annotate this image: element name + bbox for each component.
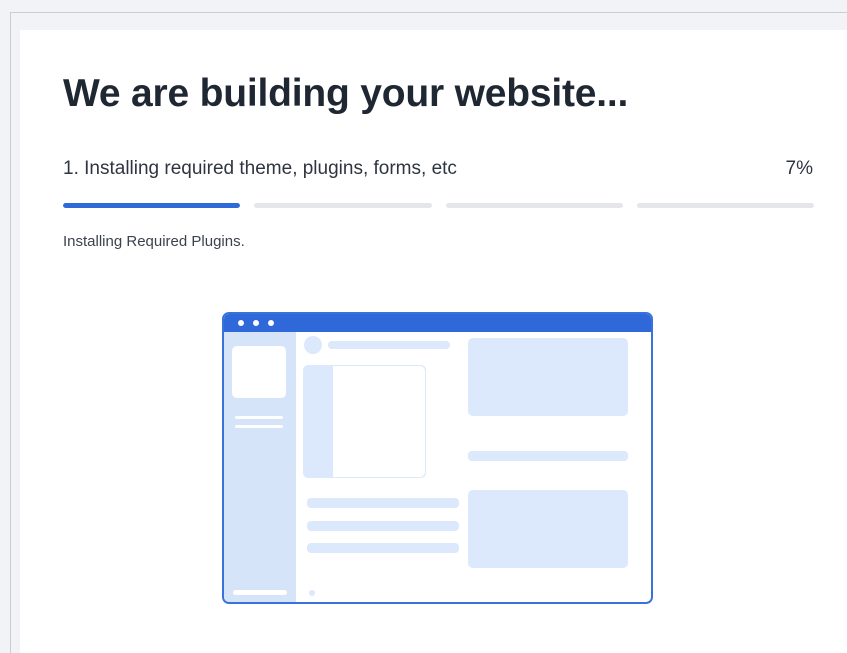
wireframe-line (307, 543, 459, 553)
wireframe-line (233, 590, 287, 595)
wireframe-card (468, 490, 628, 568)
wireframe-line (328, 341, 450, 349)
progress-segment-4 (636, 203, 814, 208)
website-wireframe-illustration (222, 312, 653, 604)
progress-percent: 7% (785, 158, 813, 179)
progress-segment-3 (445, 203, 623, 208)
wireframe-line (307, 498, 459, 508)
progress-segment-1 (63, 203, 241, 208)
wireframe-sidebar (224, 332, 296, 602)
wireframe-logo-block (232, 346, 286, 398)
wireframe-card (468, 338, 628, 416)
wireframe-dot (309, 590, 315, 596)
progress-bar (63, 203, 814, 208)
wireframe-line (235, 425, 283, 428)
wireframe-image-inner (333, 366, 425, 477)
progress-segment-2 (254, 203, 432, 208)
page-title: We are building your website... (63, 72, 629, 115)
window-dot-icon (238, 320, 244, 326)
wireframe-line (468, 451, 628, 461)
builder-card: We are building your website... 1. Insta… (20, 30, 847, 653)
status-message: Installing Required Plugins. (63, 233, 245, 250)
browser-title-bar (224, 314, 651, 332)
wireframe-image-block (303, 365, 426, 478)
window-dot-icon (253, 320, 259, 326)
window-dot-icon (268, 320, 274, 326)
wireframe-line (307, 521, 459, 531)
current-step-label: 1. Installing required theme, plugins, f… (63, 158, 457, 179)
wireframe-avatar (304, 336, 322, 354)
wireframe-line (235, 416, 283, 419)
